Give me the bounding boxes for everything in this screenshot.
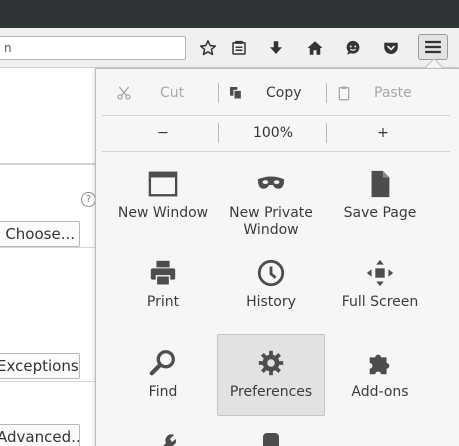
- save-page-button[interactable]: Save Page: [326, 155, 434, 237]
- bookmark-star-icon[interactable]: [198, 38, 218, 58]
- navigation-toolbar: n: [0, 28, 459, 68]
- clock-icon: [257, 259, 285, 287]
- zoom-out-button[interactable]: −: [106, 115, 220, 151]
- document-icon: [371, 170, 390, 198]
- hamburger-menu-icon: [425, 40, 441, 54]
- preferences-button[interactable]: Preferences: [217, 334, 325, 416]
- preferences-label: Preferences: [229, 384, 313, 400]
- copy-button[interactable]: Copy: [228, 81, 302, 105]
- print-label: Print: [146, 294, 180, 310]
- window-titlebar: [0, 0, 459, 28]
- device-icon[interactable]: [259, 433, 283, 446]
- downloads-icon[interactable]: [266, 38, 286, 58]
- history-button[interactable]: History: [217, 244, 325, 326]
- history-label: History: [246, 294, 296, 310]
- scissors-icon: [117, 86, 131, 100]
- chat-icon[interactable]: [343, 38, 363, 58]
- exceptions-button[interactable]: Exceptions...: [0, 353, 80, 379]
- new-window-label: New Window: [117, 205, 209, 221]
- choose-button[interactable]: Choose...: [0, 221, 80, 247]
- print-button[interactable]: Print: [109, 244, 217, 326]
- new-window-button[interactable]: New Window: [109, 155, 217, 237]
- mask-icon: [257, 176, 285, 189]
- copy-label: Copy: [266, 85, 302, 101]
- cut-button[interactable]: Cut: [116, 81, 184, 105]
- add-ons-label: Add-ons: [351, 384, 409, 400]
- separator: [218, 83, 219, 103]
- separator: [326, 83, 327, 103]
- copy-icon: [230, 87, 242, 100]
- help-icon[interactable]: ?: [81, 192, 96, 207]
- cut-label: Cut: [160, 85, 185, 101]
- pocket-icon[interactable]: [381, 38, 401, 58]
- divider: [0, 247, 96, 248]
- magnifier-icon: [149, 350, 175, 376]
- app-menu-panel: Cut Copy Paste − 100% + New Window New P…: [95, 68, 459, 446]
- home-icon[interactable]: [305, 38, 325, 58]
- advanced-button[interactable]: Advanced...: [0, 424, 80, 446]
- window-icon: [148, 171, 178, 197]
- divider: [0, 381, 96, 382]
- add-ons-button[interactable]: Add-ons: [326, 334, 434, 416]
- printer-icon: [150, 260, 176, 286]
- new-private-window-button[interactable]: New Private Window: [217, 155, 325, 238]
- reading-list-icon[interactable]: [229, 38, 249, 58]
- new-private-window-label: New Private Window: [229, 205, 313, 238]
- save-page-label: Save Page: [343, 205, 417, 221]
- full-screen-button[interactable]: Full Screen: [326, 244, 434, 326]
- zoom-reset-button[interactable]: 100%: [220, 115, 326, 151]
- find-label: Find: [148, 384, 178, 400]
- divider: [0, 164, 96, 165]
- edit-controls: Cut Copy Paste: [96, 69, 459, 115]
- puzzle-icon: [369, 354, 390, 375]
- find-button[interactable]: Find: [109, 334, 217, 416]
- paste-button[interactable]: Paste: [336, 81, 412, 105]
- search-input[interactable]: n: [0, 36, 186, 60]
- zoom-in-button[interactable]: +: [328, 115, 438, 151]
- separator: [218, 123, 219, 143]
- preferences-page: ? Choose... Exceptions... Advanced...: [0, 69, 96, 446]
- fullscreen-icon: [366, 259, 394, 287]
- full-screen-label: Full Screen: [341, 294, 419, 310]
- wrench-icon[interactable]: [152, 431, 177, 446]
- paste-label: Paste: [374, 85, 412, 101]
- clipboard-icon: [338, 86, 350, 101]
- gear-icon: [258, 350, 284, 376]
- divider: [102, 151, 450, 152]
- hamburger-menu-button[interactable]: [418, 34, 448, 60]
- zoom-controls: − 100% +: [96, 115, 459, 151]
- separator: [326, 123, 327, 143]
